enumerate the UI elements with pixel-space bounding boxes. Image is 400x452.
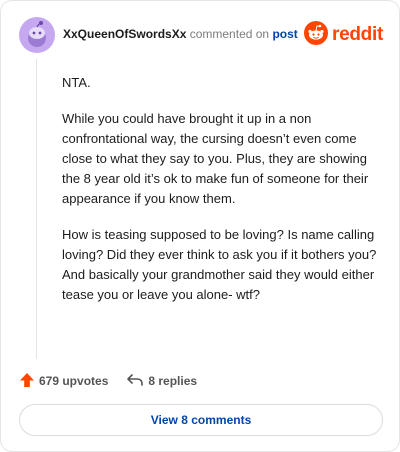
comment-paragraph: NTA.: [62, 75, 91, 90]
post-link[interactable]: post: [272, 27, 297, 41]
reddit-logo[interactable]: reddit: [304, 19, 383, 51]
comment-actions: 679 upvotes 8 replies: [19, 371, 215, 391]
snoo-avatar-icon[interactable]: [19, 17, 55, 53]
upvote-count: 679 upvotes: [39, 374, 109, 388]
comment-card: XxQueenOfSwordsXx commented on post redd…: [0, 0, 400, 452]
action-text: commented on: [189, 27, 270, 41]
comment-paragraph: How is teasing supposed to be loving? Is…: [62, 227, 377, 302]
comment-body: NTA. While you could have brought it up …: [62, 73, 378, 321]
comment-paragraph: While you could have brought it up in a …: [62, 111, 369, 206]
view-comments-button[interactable]: View 8 comments: [19, 404, 383, 436]
thread-line: [36, 59, 37, 359]
reddit-logo-icon: [304, 20, 329, 50]
reply-arrow-icon: [126, 372, 148, 391]
reddit-wordmark: reddit: [332, 24, 383, 45]
replies-button[interactable]: 8 replies: [126, 372, 197, 391]
upvote-arrow-icon: [19, 372, 39, 391]
upvote-button[interactable]: 679 upvotes: [19, 372, 108, 391]
comment-meta: XxQueenOfSwordsXx commented on post: [63, 27, 298, 41]
comment-header: XxQueenOfSwordsXx commented on post redd…: [19, 17, 383, 53]
reply-count: 8 replies: [148, 374, 198, 388]
username-link[interactable]: XxQueenOfSwordsXx: [63, 27, 186, 41]
